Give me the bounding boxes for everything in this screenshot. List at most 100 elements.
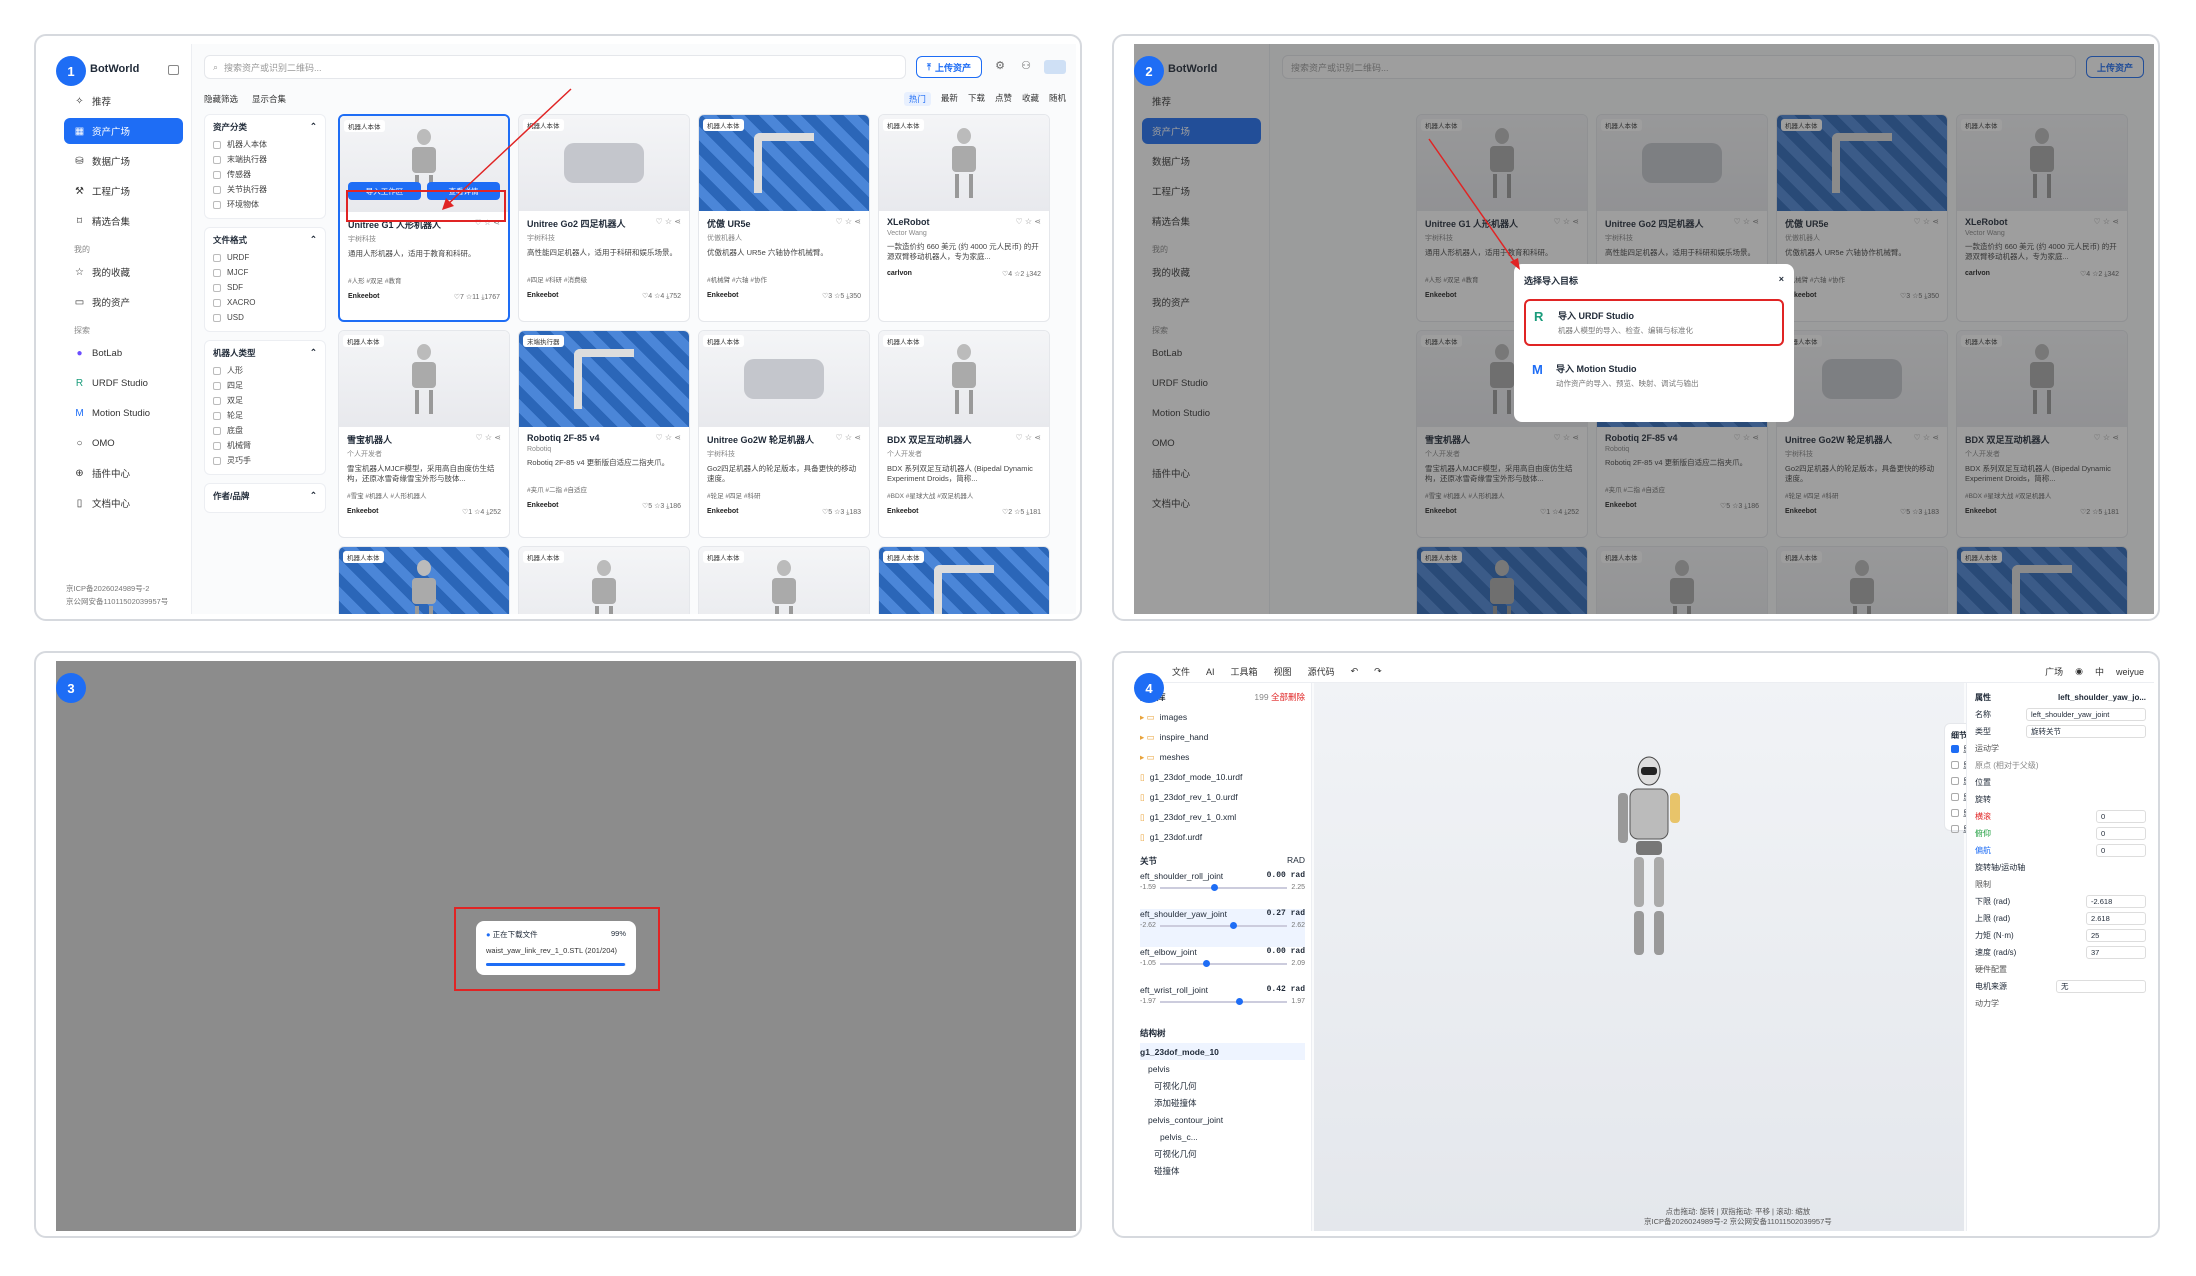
- pitch-field[interactable]: 0: [2096, 827, 2146, 840]
- filter-option[interactable]: 人形: [213, 363, 317, 378]
- sort-hot[interactable]: 热门: [903, 92, 931, 106]
- slider-thumb[interactable]: [1210, 883, 1218, 891]
- hardware-section[interactable]: 硬件配置: [1975, 964, 2007, 975]
- filter-option[interactable]: 四足: [213, 378, 317, 393]
- card-title[interactable]: 优傲 UR5e: [707, 217, 751, 230]
- card-title[interactable]: BDX 双足互动机器人: [887, 433, 972, 446]
- kinematics-section[interactable]: 运动学: [1975, 743, 1999, 754]
- library-item[interactable]: ▯ g1_23dof_rev_1_0.xml: [1140, 807, 1305, 827]
- tree-node[interactable]: 碰撞体: [1140, 1162, 1305, 1179]
- nav-plugins[interactable]: ⊕ 插件中心: [64, 460, 183, 486]
- nav-recommend[interactable]: ✧ 推荐: [64, 88, 183, 114]
- slider-thumb[interactable]: [1236, 997, 1244, 1005]
- menu-ai[interactable]: AI: [1206, 667, 1215, 677]
- nav-docs[interactable]: ▯ 文档中心: [64, 490, 183, 516]
- sort-new[interactable]: 最新: [941, 92, 958, 106]
- card-actions[interactable]: ♡ ☆ ⋖: [1016, 217, 1042, 227]
- asset-card[interactable]: 末端执行器Robotiq 2F-85 v4♡ ☆ ⋖RobotiqRobotiq…: [518, 330, 690, 538]
- motor-select[interactable]: 无: [2056, 980, 2146, 993]
- collapse-icon[interactable]: [168, 65, 179, 75]
- tree-node[interactable]: 添加碰撞体: [1140, 1094, 1305, 1111]
- card-actions[interactable]: ♡ ☆ ⋖: [656, 433, 682, 443]
- library-item[interactable]: ▸ ▭ inspire_hand: [1140, 727, 1305, 747]
- asset-card[interactable]: 机器人本体: [518, 546, 690, 614]
- menu-source[interactable]: 源代码: [1308, 665, 1335, 678]
- card-actions[interactable]: ♡ ☆ ⋖: [836, 433, 862, 446]
- joint-row[interactable]: eft_elbow_joint 0.00 rad -1.05 2.09: [1140, 947, 1305, 985]
- filter-option[interactable]: 传感器: [213, 167, 317, 182]
- avatar[interactable]: [1044, 60, 1066, 74]
- nav-favorites[interactable]: ☆ 我的收藏: [64, 259, 183, 285]
- lower-field[interactable]: -2.618: [2086, 895, 2146, 908]
- asset-card[interactable]: 机器人本体 XLeRobot ♡ ☆ ⋖ Vector Wang 一款造价约 660 美…: [878, 114, 1050, 322]
- redo-icon[interactable]: ↷: [1374, 666, 1382, 677]
- nav-project-square[interactable]: ⚒ 工程广场: [64, 178, 183, 204]
- asset-card[interactable]: 机器人本体 BDX 双足互动机器人 ♡ ☆ ⋖ 个人开发者 BDX 系列双足互动机器人 …: [878, 330, 1050, 538]
- card-actions[interactable]: ♡ ☆ ⋖: [476, 433, 502, 446]
- filter-option[interactable]: 轮足: [213, 408, 317, 423]
- menu-toolbox[interactable]: 工具箱: [1231, 665, 1258, 678]
- roll-field[interactable]: 0: [2096, 810, 2146, 823]
- sort-fav[interactable]: 收藏: [1022, 92, 1039, 106]
- checkbox[interactable]: [1951, 793, 1959, 801]
- nav-motion-studio[interactable]: M Motion Studio: [64, 400, 183, 426]
- checkbox[interactable]: [1951, 745, 1959, 753]
- unit-toggle[interactable]: RAD: [1287, 855, 1305, 867]
- undo-icon[interactable]: ↶: [1351, 666, 1359, 677]
- joint-slider[interactable]: [1159, 997, 1288, 1005]
- filter-option[interactable]: USD: [213, 310, 317, 325]
- clear-all-button[interactable]: 全部删除: [1271, 692, 1305, 702]
- effort-field[interactable]: 25: [2086, 929, 2146, 942]
- checkbox[interactable]: [1951, 777, 1959, 785]
- filter-option[interactable]: URDF: [213, 250, 317, 265]
- asset-card[interactable]: 机器人本体 雪宝机器人 ♡ ☆ ⋖ 个人开发者 雪宝机器人MJCF模型，采用高自由度仿生…: [338, 330, 510, 538]
- sort-random[interactable]: 随机: [1049, 92, 1066, 106]
- card-actions[interactable]: ♡ ☆ ⋖: [836, 217, 862, 230]
- joint-slider[interactable]: [1159, 921, 1288, 929]
- asset-card[interactable]: 机器人本体 优傲 UR5e ♡ ☆ ⋖ 优傲机器人 优傲机器人 UR5e 六轴协作机械臂…: [698, 114, 870, 322]
- asset-card[interactable]: 机器人本体 Unitree Go2W 轮足机器人 ♡ ☆ ⋖ 宇树科技 Go2四足机器人…: [698, 330, 870, 538]
- card-title[interactable]: Unitree Go2 四足机器人: [527, 217, 626, 230]
- type-select[interactable]: 旋转关节: [2026, 725, 2146, 738]
- camera-icon[interactable]: ◉: [2075, 666, 2083, 677]
- chevron-up-icon[interactable]: ⌃: [310, 121, 317, 133]
- filter-option[interactable]: SDF: [213, 280, 317, 295]
- asset-card[interactable]: 机器人本体: [878, 546, 1050, 614]
- filter-option[interactable]: 机械臂: [213, 438, 317, 453]
- tree-node[interactable]: pelvis: [1140, 1060, 1305, 1077]
- name-field[interactable]: left_shoulder_yaw_joint: [2026, 708, 2146, 721]
- checkbox[interactable]: [1951, 761, 1959, 769]
- checkbox[interactable]: [1951, 809, 1959, 817]
- tree-node[interactable]: pelvis_contour_joint: [1140, 1111, 1305, 1128]
- tree-node[interactable]: 可视化几何: [1140, 1077, 1305, 1094]
- nav-botlab[interactable]: ● BotLab: [64, 340, 183, 366]
- card-title[interactable]: 雪宝机器人: [347, 433, 392, 446]
- settings-icon[interactable]: ⚙: [992, 59, 1008, 75]
- tree-node[interactable]: 可视化几何: [1140, 1145, 1305, 1162]
- filter-option[interactable]: 末端执行器: [213, 152, 317, 167]
- card-actions[interactable]: ♡ ☆ ⋖: [656, 217, 682, 230]
- library-item[interactable]: ▸ ▭ images: [1140, 707, 1305, 727]
- menu-file[interactable]: 文件: [1172, 665, 1190, 678]
- hide-filter-button[interactable]: 隐藏筛选: [204, 93, 238, 105]
- card-title[interactable]: XLeRobot: [887, 217, 930, 227]
- search-input[interactable]: ⌕ 搜索资产或识别二维码...: [204, 55, 906, 79]
- chevron-up-icon[interactable]: ⌃: [310, 234, 317, 246]
- card-actions[interactable]: ♡ ☆ ⋖: [1016, 433, 1042, 446]
- card-title[interactable]: Robotiq 2F-85 v4: [527, 433, 600, 443]
- nav-asset-square[interactable]: ▦ 资产广场: [64, 118, 183, 144]
- close-icon[interactable]: ×: [1779, 274, 1784, 287]
- joint-row[interactable]: eft_shoulder_roll_joint 0.00 rad -1.59 2.25: [1140, 871, 1305, 909]
- dynamics-section[interactable]: 动力学: [1975, 998, 1999, 1009]
- upper-field[interactable]: 2.618: [2086, 912, 2146, 925]
- library-item[interactable]: ▸ ▭ meshes: [1140, 747, 1305, 767]
- user-name[interactable]: weiyue: [2116, 667, 2144, 677]
- sort-download[interactable]: 下载: [968, 92, 985, 106]
- nav-data-square[interactable]: ⛁ 数据广场: [64, 148, 183, 174]
- checkbox[interactable]: [1951, 825, 1959, 833]
- nav-omo[interactable]: ○ OMO: [64, 430, 183, 456]
- filter-option[interactable]: 灵巧手: [213, 453, 317, 468]
- filter-option[interactable]: 双足: [213, 393, 317, 408]
- square-link[interactable]: 广场: [2045, 665, 2063, 678]
- import-motion-option[interactable]: M 导入 Motion Studio 动作资产的导入、预览、映射、调试与输出: [1524, 354, 1784, 397]
